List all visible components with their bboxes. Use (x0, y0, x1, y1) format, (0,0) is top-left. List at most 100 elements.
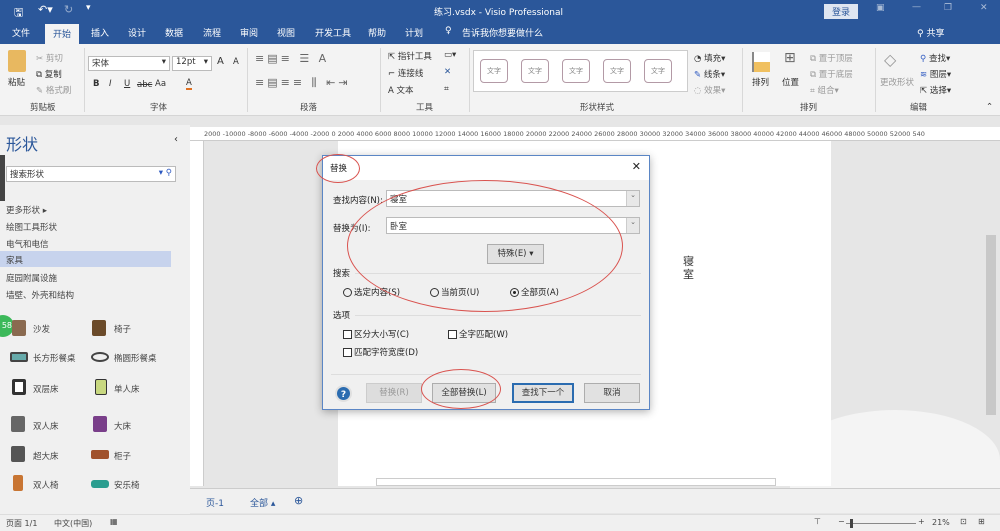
language-status[interactable]: 中文(中国) (54, 518, 92, 529)
page-tab[interactable]: 页-1 (206, 496, 224, 509)
match-width-checkbox[interactable]: 匹配字符宽度(D) (343, 346, 418, 358)
fill-button[interactable]: ◔ 填充▾ (694, 52, 725, 64)
shape-item[interactable]: 双人椅 (33, 479, 59, 491)
whole-word-checkbox[interactable]: 全字匹配(W) (448, 328, 508, 340)
more-shapes-menu[interactable]: 更多形状 ▸ (6, 204, 47, 216)
shape-styles-gallery[interactable]: 文字 文字 文字 文字 文字 (473, 50, 688, 92)
arrange-icon[interactable] (752, 52, 770, 72)
arrange-button[interactable]: 排列 (752, 76, 769, 88)
tab-home[interactable]: 开始 (45, 24, 80, 44)
help-button[interactable]: ? (335, 385, 352, 402)
tab-plan[interactable]: 计划 (405, 26, 423, 39)
shape-text[interactable]: 寝室 (683, 255, 695, 281)
zoom-level[interactable]: 21% (932, 518, 950, 527)
effects-button[interactable]: ◌ 效果▾ (694, 84, 725, 96)
radio-current-page[interactable]: 当前页(U) (430, 286, 479, 298)
align-top-buttons[interactable]: ≡▤≡ ☰ A (255, 52, 329, 65)
maximize-icon[interactable]: ❐ (944, 3, 952, 13)
fit-page-icon[interactable]: ⊡ (960, 517, 967, 526)
rectangle-icon[interactable]: ▭▾ (444, 50, 456, 60)
zoom-in-button[interactable]: + (918, 517, 925, 526)
tell-me-input[interactable]: 告诉我你想要做什么 (462, 26, 543, 39)
tab-developer[interactable]: 开发工具 (315, 26, 351, 39)
crop-icon[interactable]: ⌗ (444, 84, 449, 94)
text-tool-button[interactable]: A 文本 (388, 84, 414, 96)
tab-view[interactable]: 视图 (277, 26, 295, 39)
layers-button[interactable]: ≋ 图层▾ (920, 68, 951, 80)
format-painter-button[interactable]: ✎ 格式刷 (36, 84, 71, 96)
tab-data[interactable]: 数据 (165, 26, 183, 39)
find-input[interactable]: 寝室 ⌄ (386, 190, 640, 207)
align-buttons[interactable]: ≡▤≡≡ ⫼ ⇤⇥ (255, 76, 351, 90)
select-button[interactable]: ⇱ 选择▾ (920, 84, 951, 96)
page-status[interactable]: 页面 1/1 (6, 518, 37, 529)
change-case-button[interactable]: Aa (155, 79, 166, 89)
shape-item[interactable]: 柜子 (114, 450, 131, 462)
switch-windows-icon[interactable]: ⊞ (978, 517, 985, 526)
underline-button[interactable]: U (124, 79, 130, 89)
grow-font-button[interactable]: A (217, 56, 224, 67)
all-pages-button[interactable]: 全部 ▴ (250, 496, 275, 509)
radio-all-pages[interactable]: 全部页(A) (510, 286, 559, 298)
category-item-selected[interactable]: 家具 (0, 251, 171, 267)
group-button[interactable]: ⌗ 组合▾ (810, 84, 839, 96)
shape-item[interactable]: 椭圆形餐桌 (114, 352, 157, 364)
shape-item[interactable]: 大床 (114, 420, 131, 432)
style-swatch[interactable]: 文字 (521, 59, 549, 83)
italic-button[interactable]: I (109, 79, 112, 89)
cancel-button[interactable]: 取消 (584, 383, 640, 403)
tab-review[interactable]: 审阅 (240, 26, 258, 39)
font-size-select[interactable]: 12pt ▾ (172, 56, 212, 71)
position-icon[interactable]: ⊞ (784, 50, 796, 66)
strikethrough-button[interactable]: abc (137, 80, 152, 90)
category-item[interactable]: 墙壁、外壳和结构 (6, 289, 74, 301)
find-dropdown-icon[interactable]: ⌄ (626, 191, 639, 206)
close-x-icon[interactable]: ✕ (444, 67, 451, 77)
style-swatch[interactable]: 文字 (603, 59, 631, 83)
horizontal-scrollbar[interactable] (376, 478, 776, 486)
shape-item[interactable]: 沙发 (33, 323, 50, 335)
position-button[interactable]: 位置 (782, 76, 799, 88)
customize-toolbar-icon[interactable]: ▾ (86, 3, 91, 13)
zoom-slider[interactable] (846, 523, 916, 524)
tab-insert[interactable]: 插入 (91, 26, 109, 39)
match-case-checkbox[interactable]: 区分大小写(C) (343, 328, 409, 340)
pointer-tool-button[interactable]: ⇱ 指针工具 (388, 50, 432, 62)
shape-item[interactable]: 椅子 (114, 323, 131, 335)
dialog-close-icon[interactable]: ✕ (632, 160, 641, 173)
shape-item[interactable]: 双层床 (33, 383, 59, 395)
login-button[interactable]: 登录 (824, 4, 859, 19)
redo-icon[interactable]: ↻ (64, 3, 73, 16)
replace-all-button[interactable]: 全部替换(L) (432, 383, 496, 403)
send-to-back-button[interactable]: ⧉ 置于底层 (810, 68, 853, 80)
special-button[interactable]: 特殊(E) ▾ (487, 244, 544, 264)
undo-icon[interactable]: ↶▾ (38, 3, 53, 16)
bring-to-front-button[interactable]: ⧉ 置于顶层 (810, 52, 853, 64)
category-item[interactable]: 电气和电信 (6, 238, 49, 250)
presentation-icon[interactable]: ⊤ (814, 517, 821, 526)
style-swatch[interactable]: 文字 (480, 59, 508, 83)
replace-button[interactable]: 替换(R) (366, 383, 422, 403)
copy-button[interactable]: ⧉ 复制 (36, 68, 62, 80)
macro-icon[interactable]: ▦ (110, 517, 118, 526)
shape-item[interactable]: 双人床 (33, 420, 59, 432)
ribbon-display-icon[interactable]: ▣ (876, 3, 885, 13)
paste-button[interactable]: 粘贴 (8, 76, 25, 88)
find-next-button[interactable]: 查找下一个 (512, 383, 574, 403)
category-item[interactable]: 庭园附属设施 (6, 272, 57, 284)
cut-button[interactable]: ✂ 剪切 (36, 52, 63, 64)
search-shapes-input[interactable]: 搜索形状 ▾ ⚲ (6, 166, 176, 182)
shape-item[interactable]: 安乐椅 (114, 479, 140, 491)
paste-icon[interactable] (8, 50, 26, 72)
zoom-out-button[interactable]: − (838, 517, 845, 526)
line-button[interactable]: ✎ 线条▾ (694, 68, 725, 80)
find-button[interactable]: ⚲ 查找▾ (920, 52, 950, 64)
font-color-button[interactable]: A (186, 78, 192, 90)
connector-button[interactable]: ⌐ 连接线 (388, 67, 423, 79)
style-swatch[interactable]: 文字 (644, 59, 672, 83)
tab-process[interactable]: 流程 (203, 26, 221, 39)
change-shape-icon[interactable]: ◇ (884, 50, 896, 69)
shrink-font-button[interactable]: A (233, 57, 239, 67)
shape-item[interactable]: 超大床 (33, 450, 59, 462)
shape-item[interactable]: 长方形餐桌 (33, 352, 76, 364)
